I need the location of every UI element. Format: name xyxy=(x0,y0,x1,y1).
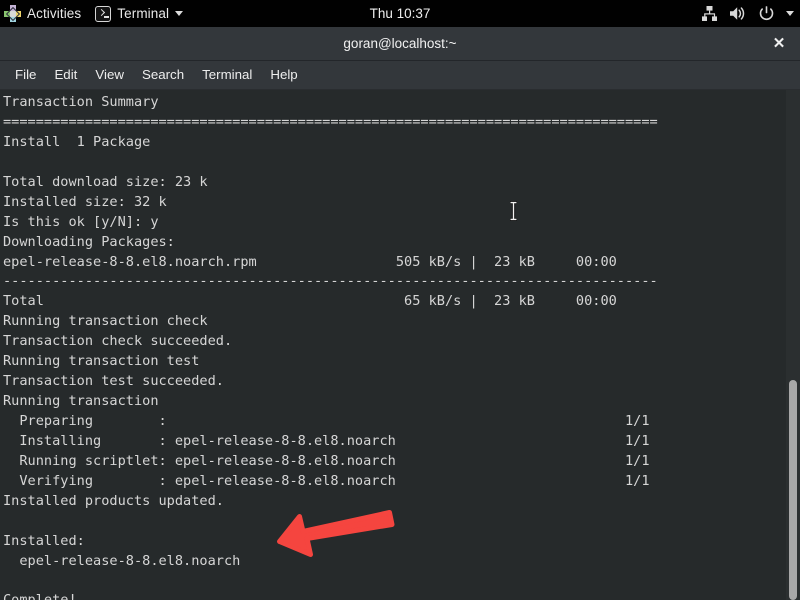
terminal-line: Total 65 kB/s | 23 kB 00:00 xyxy=(3,293,617,310)
volume-icon xyxy=(730,7,745,20)
terminal-line: Transaction Summary xyxy=(3,94,159,110)
terminal-line: Running transaction xyxy=(3,393,159,410)
terminal-line: epel-release-8-8.el8.noarch xyxy=(3,552,241,569)
close-icon[interactable]: ✕ xyxy=(767,32,791,56)
clock[interactable]: Thu 10:37 xyxy=(370,6,431,21)
app-menu-label: Terminal xyxy=(117,5,170,21)
terminal-line: Complete! xyxy=(3,591,778,600)
menu-item-help[interactable]: Help xyxy=(261,65,306,84)
terminal-line: epel-release-8-8.el8.noarch.rpm 505 kB/s… xyxy=(3,253,617,270)
terminal-line: Installed products updated. xyxy=(3,492,224,509)
terminal-line: ----------------------------------------… xyxy=(3,273,658,290)
desktop-screen: Activities Terminal Thu 10:37 goran@loca… xyxy=(0,0,800,600)
terminal-viewport[interactable]: Transaction Summary =====================… xyxy=(0,90,800,600)
menu-item-file[interactable]: File xyxy=(6,65,45,84)
window-titlebar[interactable]: goran@localhost:~ ✕ xyxy=(0,27,800,61)
terminal-line: Installing : epel-release-8-8.el8.noarch… xyxy=(3,432,650,449)
terminal-output[interactable]: Transaction Summary =====================… xyxy=(0,90,778,600)
terminal-line: Installed: xyxy=(3,532,85,549)
menu-item-search[interactable]: Search xyxy=(133,65,193,84)
chevron-down-icon[interactable] xyxy=(786,11,794,16)
terminal-line: Verifying : epel-release-8-8.el8.noarch … xyxy=(3,472,650,489)
gnome-top-bar: Activities Terminal Thu 10:37 xyxy=(0,0,800,27)
terminal-line: Install 1 Package xyxy=(3,133,151,150)
terminal-line: Running transaction test xyxy=(3,353,200,370)
window-title: goran@localhost:~ xyxy=(343,36,457,51)
terminal-line: Running transaction check xyxy=(3,313,208,330)
network-wired-icon xyxy=(702,6,717,21)
terminal-line: ========================================… xyxy=(3,113,658,130)
terminal-line: Transaction test succeeded. xyxy=(3,373,224,390)
menu-item-edit[interactable]: Edit xyxy=(45,65,86,84)
terminal-icon xyxy=(95,5,112,22)
top-bar-left-group: Activities Terminal xyxy=(0,0,190,27)
scrollbar-thumb[interactable] xyxy=(789,380,797,600)
terminal-line: Running scriptlet: epel-release-8-8.el8.… xyxy=(3,452,650,469)
terminal-scrollbar[interactable] xyxy=(786,90,800,600)
terminal-line: Total download size: 23 k xyxy=(3,173,208,190)
system-status-area[interactable] xyxy=(701,0,794,27)
pinwheel-logo-icon xyxy=(4,5,21,22)
terminal-line: Installed size: 32 k xyxy=(3,193,167,210)
menu-item-view[interactable]: View xyxy=(86,65,133,84)
terminal-line: Transaction check succeeded. xyxy=(3,333,233,350)
terminal-line: Preparing : 1/1 xyxy=(3,413,650,429)
terminal-line: Is this ok [y/N]: y xyxy=(3,213,159,230)
activities-button[interactable]: Activities xyxy=(0,0,88,27)
menu-bar: File Edit View Search Terminal Help xyxy=(0,61,800,90)
terminal-line: Downloading Packages: xyxy=(3,233,175,250)
terminal-window: goran@localhost:~ ✕ File Edit View Searc… xyxy=(0,27,800,600)
menu-item-terminal[interactable]: Terminal xyxy=(193,65,261,84)
power-icon xyxy=(759,6,774,21)
app-menu-button[interactable]: Terminal xyxy=(88,0,190,27)
activities-label: Activities xyxy=(27,5,82,21)
chevron-down-icon xyxy=(175,11,184,16)
